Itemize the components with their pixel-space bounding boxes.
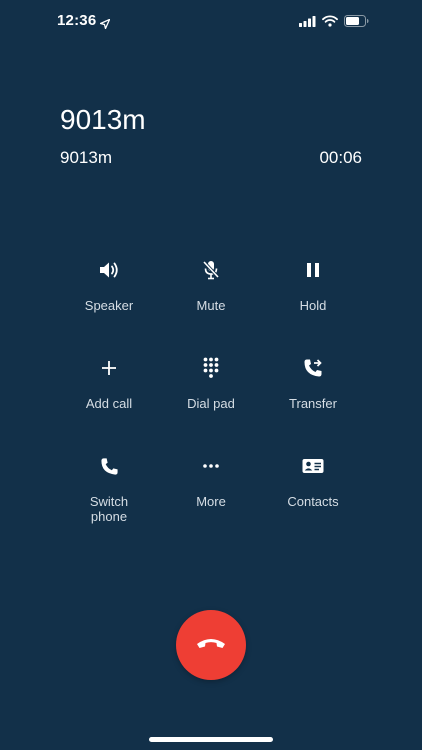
home-indicator[interactable] (149, 737, 273, 742)
controls-row-2: Add call Dial pad Transfer (59, 356, 363, 454)
controls-row-1: Speaker Mute Hold (59, 258, 363, 356)
mute-label: Mute (196, 298, 226, 313)
end-call-button[interactable] (176, 610, 246, 680)
phone-icon (97, 454, 121, 478)
dial-pad-label: Dial pad (187, 396, 235, 411)
wifi-icon (322, 14, 338, 32)
dial-pad-button[interactable]: Dial pad (161, 356, 261, 454)
cellular-signal-icon (299, 14, 316, 32)
speaker-button[interactable]: Speaker (59, 258, 159, 356)
mic-off-icon (199, 258, 223, 282)
pause-icon (301, 258, 325, 282)
switch-phone-label: Switch phone (89, 494, 129, 524)
more-dots-icon (199, 454, 223, 478)
status-icons (299, 14, 369, 32)
more-label: More (196, 494, 226, 509)
status-bar: 12:36 (0, 0, 422, 44)
hold-label: Hold (299, 298, 327, 313)
call-info-row: 9013m 00:06 (60, 148, 362, 168)
caller-number: 9013m (60, 148, 112, 167)
dialpad-icon (199, 356, 223, 380)
location-arrow-icon (100, 16, 111, 29)
status-time: 12:36 (57, 12, 97, 29)
add-call-button[interactable]: Add call (59, 356, 159, 454)
call-controls: Speaker Mute Hold Add call Dial pad Tran… (59, 258, 363, 552)
phone-forward-icon (301, 356, 325, 380)
mute-button[interactable]: Mute (161, 258, 261, 356)
controls-row-3: Switch phone More Contacts (59, 454, 363, 552)
switch-phone-button[interactable]: Switch phone (59, 454, 159, 552)
status-time-group: 12:36 (57, 12, 111, 29)
hangup-icon (196, 636, 226, 655)
contacts-button[interactable]: Contacts (263, 454, 363, 552)
add-call-label: Add call (85, 396, 133, 411)
battery-icon (344, 14, 369, 32)
speaker-icon (97, 258, 121, 282)
call-duration: 00:06 (319, 148, 362, 167)
hold-button[interactable]: Hold (263, 258, 363, 356)
contacts-label: Contacts (287, 494, 339, 509)
contact-card-icon (301, 454, 325, 478)
plus-icon (97, 356, 121, 380)
speaker-label: Speaker (84, 298, 134, 313)
transfer-button[interactable]: Transfer (263, 356, 363, 454)
caller-name: 9013m (60, 104, 146, 135)
transfer-label: Transfer (289, 396, 337, 411)
more-button[interactable]: More (161, 454, 261, 552)
